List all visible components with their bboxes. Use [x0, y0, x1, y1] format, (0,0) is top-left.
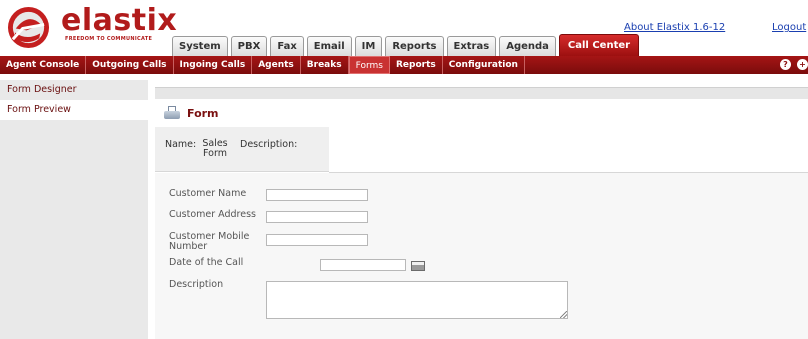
brand-name: elastix	[61, 3, 178, 38]
subnav-forms[interactable]: Forms	[348, 56, 390, 74]
sub-nav-bar: Agent Console Outgoing Calls Ingoing Cal…	[0, 56, 808, 74]
tab-agenda[interactable]: Agenda	[499, 36, 556, 56]
add-icon[interactable]: +	[797, 59, 808, 70]
customer-name-input[interactable]	[266, 189, 368, 201]
customer-address-input[interactable]	[266, 211, 368, 223]
calendar-icon[interactable]	[411, 261, 425, 271]
customer-mobile-label: Customer Mobile Number	[169, 231, 250, 252]
subnav-agents[interactable]: Agents	[252, 56, 301, 74]
help-icon[interactable]: ?	[780, 59, 791, 70]
printer-icon	[164, 106, 180, 121]
tab-fax[interactable]: Fax	[270, 36, 304, 56]
tab-im[interactable]: IM	[354, 36, 383, 56]
tab-pbx[interactable]: PBX	[230, 36, 268, 56]
elastix-logo[interactable]: elastix FREEDOM TO COMMUNICATE	[7, 3, 177, 50]
header: elastix FREEDOM TO COMMUNICATE About Ela…	[0, 0, 808, 56]
tab-call-center[interactable]: Call Center	[558, 34, 640, 56]
subnav-ingoing-calls[interactable]: Ingoing Calls	[174, 56, 253, 74]
logout-link[interactable]: Logout	[772, 22, 806, 33]
main-tabs: System PBX Fax Email IM Reports Extras A…	[172, 34, 640, 56]
tab-email[interactable]: Email	[306, 36, 352, 56]
left-menu: Form Designer Form Preview	[0, 80, 148, 339]
menu-form-designer[interactable]: Form Designer	[0, 80, 148, 100]
call-date-input[interactable]	[320, 259, 406, 271]
description-field-label: Description	[169, 279, 224, 290]
customer-name-label: Customer Name	[169, 188, 247, 199]
subnav-outgoing-calls[interactable]: Outgoing Calls	[86, 56, 174, 74]
customer-address-label: Customer Address	[169, 209, 256, 220]
tab-system[interactable]: System	[172, 36, 228, 56]
description-textarea[interactable]	[266, 281, 568, 319]
about-link[interactable]: About Elastix 1.6-12	[624, 22, 725, 33]
name-value: Sales Form	[202, 138, 228, 159]
content-top-strip	[155, 87, 808, 99]
brand-tagline: FREEDOM TO COMMUNICATE	[65, 36, 153, 42]
description-label: Description:	[240, 139, 298, 150]
textarea-resize-handle[interactable]	[560, 311, 567, 318]
elastix-logo-icon	[7, 6, 50, 49]
menu-form-preview[interactable]: Form Preview	[0, 100, 148, 120]
tab-reports[interactable]: Reports	[385, 36, 444, 56]
customer-mobile-input[interactable]	[266, 234, 368, 246]
call-date-label: Date of the Call	[169, 257, 244, 268]
page-title: Form	[164, 106, 219, 121]
tab-extras[interactable]: Extras	[446, 36, 497, 56]
subnav-breaks[interactable]: Breaks	[301, 56, 349, 74]
subnav-reports[interactable]: Reports	[390, 56, 443, 74]
subnav-configuration[interactable]: Configuration	[443, 56, 525, 74]
name-label: Name:	[165, 139, 197, 150]
form-info-box: Name: Sales Form Description:	[155, 127, 329, 172]
form-panel: Customer Name Customer Address Customer …	[155, 173, 808, 339]
page-title-text: Form	[187, 107, 219, 120]
subnav-agent-console[interactable]: Agent Console	[0, 56, 87, 74]
